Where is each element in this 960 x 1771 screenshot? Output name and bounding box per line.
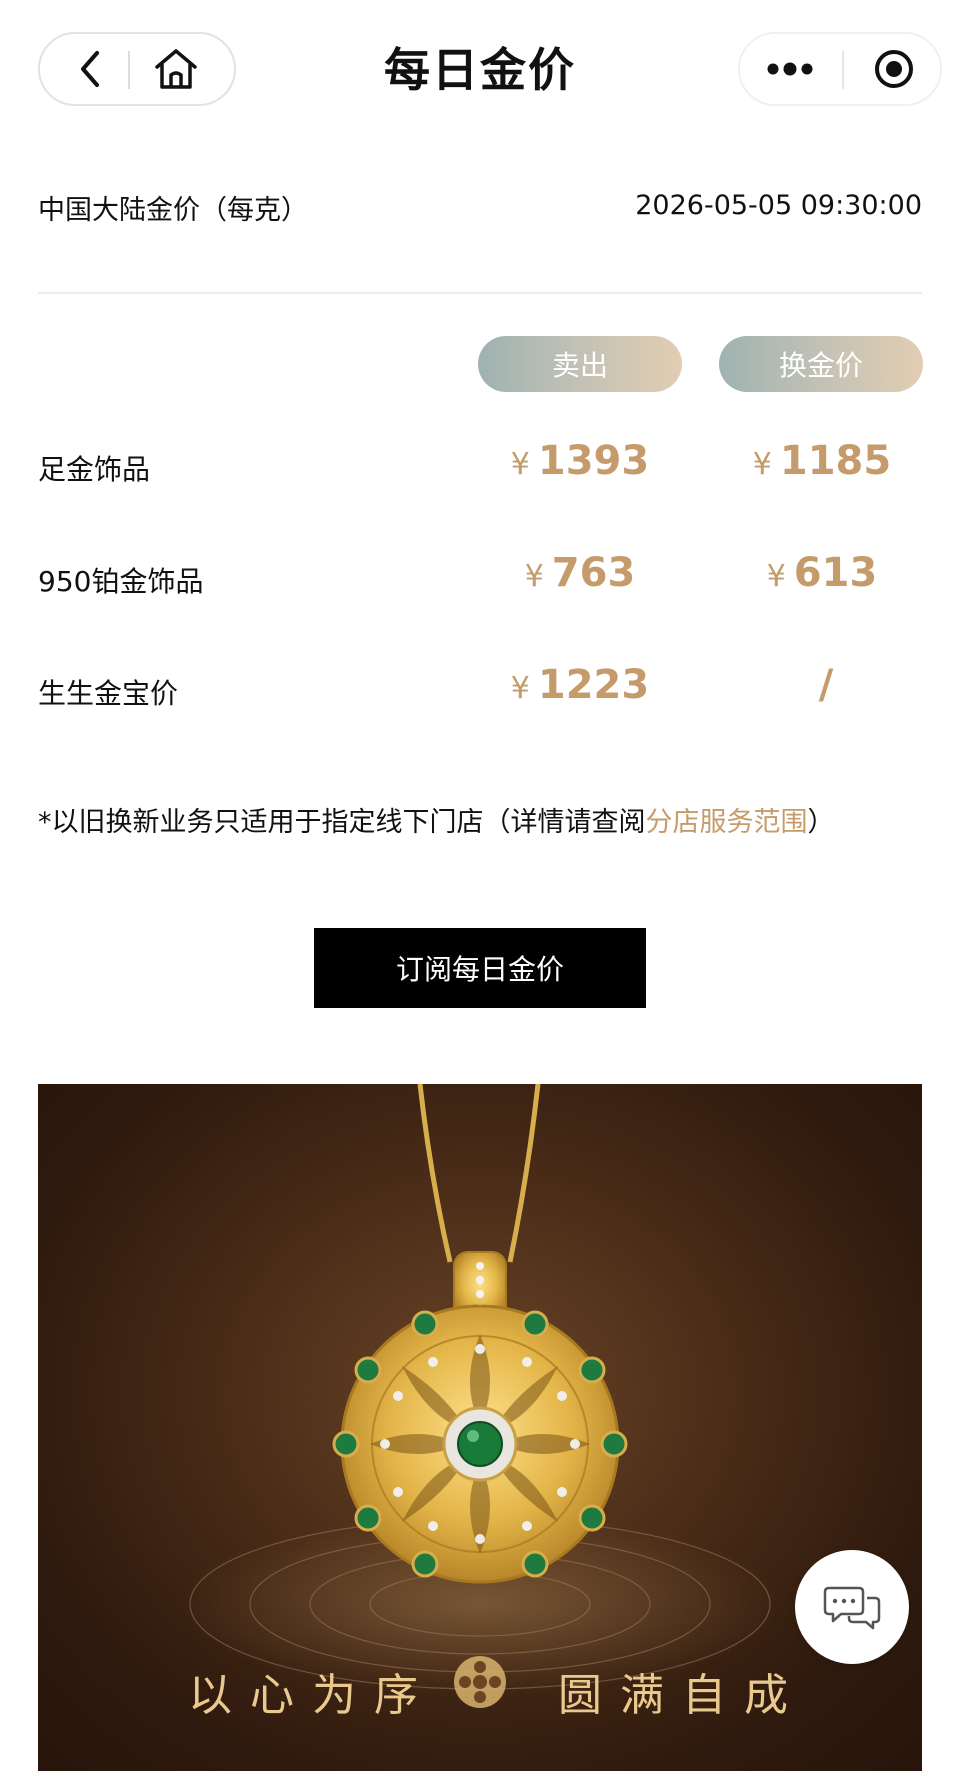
price-row: 足金饰品 ¥1393 ¥1185 bbox=[0, 438, 960, 498]
exchange-price-value: 1185 bbox=[779, 438, 892, 484]
chat-bubbles-icon bbox=[823, 1586, 881, 1630]
banner-slogan-right: 圆满自成 bbox=[558, 1670, 806, 1721]
trade-in-note: *以旧换新业务只适用于指定线下门店（详情请查阅分店服务范围） bbox=[38, 800, 835, 839]
sell-price-value: 763 bbox=[551, 550, 636, 596]
exchange-price-value: 613 bbox=[793, 550, 878, 596]
product-name: 生生金宝价 bbox=[38, 677, 179, 710]
currency-symbol: ¥ bbox=[766, 559, 786, 594]
more-button[interactable] bbox=[740, 34, 840, 104]
exchange-price-value: / bbox=[818, 662, 834, 708]
promo-banner[interactable]: 以心为序 圆满自成 bbox=[38, 1084, 922, 1771]
region-label: 中国大陆金价（每克） bbox=[38, 195, 308, 226]
note-text-end: ） bbox=[807, 807, 835, 838]
store-service-scope-link[interactable]: 分店服务范围 bbox=[646, 807, 808, 838]
sell-price-value: 1393 bbox=[537, 438, 650, 484]
update-timestamp: 2026-05-05 09:30:00 bbox=[635, 190, 922, 221]
exchange-price: ¥613 bbox=[712, 550, 932, 596]
sell-column-header: 卖出 bbox=[478, 336, 682, 392]
product-name: 950铂金饰品 bbox=[38, 565, 204, 598]
nav-right-capsule bbox=[738, 32, 942, 106]
exchange-price: / bbox=[712, 662, 932, 708]
currency-symbol: ¥ bbox=[510, 447, 530, 482]
customer-service-button[interactable] bbox=[795, 1550, 909, 1664]
top-nav-bar: 每日金价 bbox=[0, 0, 960, 140]
price-row: 950铂金饰品 ¥763 ¥613 bbox=[0, 550, 960, 610]
currency-symbol: ¥ bbox=[752, 447, 772, 482]
sell-price: ¥1223 bbox=[470, 662, 690, 708]
target-icon bbox=[875, 50, 913, 88]
sell-price: ¥1393 bbox=[470, 438, 690, 484]
divider bbox=[38, 292, 922, 294]
more-dots-icon bbox=[767, 62, 813, 76]
note-text: *以旧换新业务只适用于指定线下门店（详情请查阅 bbox=[38, 807, 646, 838]
sell-price-value: 1223 bbox=[537, 662, 650, 708]
exchange-column-header: 换金价 bbox=[719, 336, 923, 392]
banner-slogan-left: 以心为序 bbox=[188, 1670, 436, 1721]
exchange-price: ¥1185 bbox=[712, 438, 932, 484]
close-miniprogram-button[interactable] bbox=[844, 34, 944, 104]
currency-symbol: ¥ bbox=[510, 671, 530, 706]
currency-symbol: ¥ bbox=[524, 559, 544, 594]
subscribe-button[interactable]: 订阅每日金价 bbox=[314, 928, 646, 1008]
product-name: 足金饰品 bbox=[38, 453, 151, 486]
sell-price: ¥763 bbox=[470, 550, 690, 596]
price-row: 生生金宝价 ¥1223 / bbox=[0, 662, 960, 722]
